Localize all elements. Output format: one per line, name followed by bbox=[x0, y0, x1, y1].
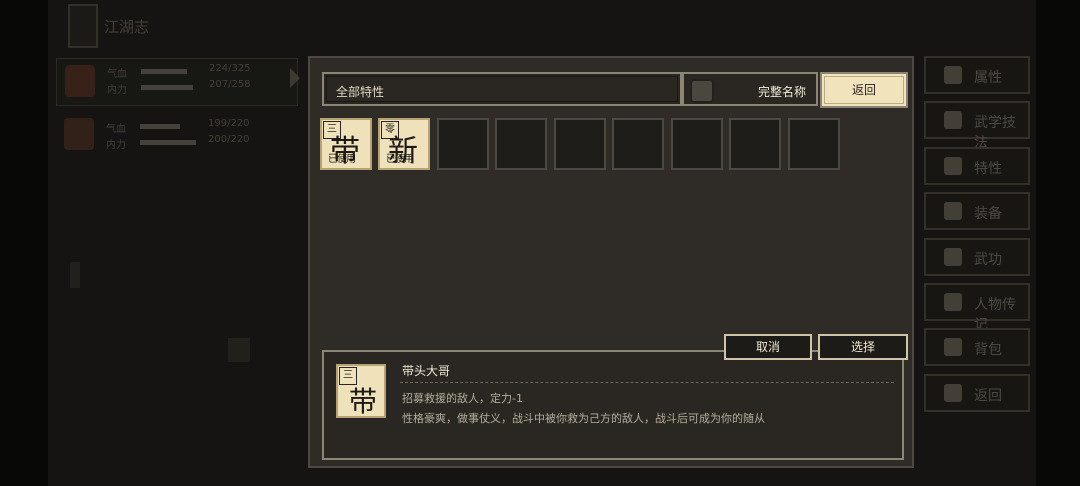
menu-item: 背包 bbox=[924, 328, 1030, 366]
mp-label: 内力 bbox=[107, 85, 127, 96]
hp-label: 气血 bbox=[107, 69, 127, 80]
trait-card[interactable]: 三 带 已使用 bbox=[320, 118, 372, 170]
sword-icon bbox=[944, 202, 962, 220]
empty-slot bbox=[729, 118, 781, 170]
scroll-icon bbox=[68, 4, 98, 48]
menu-item: 装备 bbox=[924, 192, 1030, 230]
trait-select-dialog: 全部特性 完整名称 返回 三 带 已使用 零 新 已使用 三 带 带头大哥 招募… bbox=[308, 56, 914, 468]
filter-label: 全部特性 bbox=[336, 85, 385, 99]
skill-icon bbox=[944, 111, 962, 129]
game-title: 江湖志 bbox=[104, 18, 150, 36]
menu-item: 人物传记 bbox=[924, 283, 1030, 333]
fullname-checkbox[interactable] bbox=[690, 79, 714, 103]
menu-item: 返回 bbox=[924, 374, 1030, 412]
used-stamp: 已使用 bbox=[328, 154, 356, 165]
divider bbox=[400, 382, 894, 383]
menu-item: 武功 bbox=[924, 238, 1030, 276]
detail-trait-card: 三 带 bbox=[336, 364, 386, 418]
character-row: 气血 224/325 内力 207/258 bbox=[56, 58, 298, 106]
hp-label: 气血 bbox=[106, 124, 126, 135]
character-row: 气血 199/220 内力 200/220 bbox=[56, 112, 296, 158]
screen-edge-right bbox=[1036, 0, 1080, 486]
hp-bar bbox=[140, 124, 180, 129]
fullname-toggle[interactable]: 完整名称 bbox=[682, 72, 818, 106]
character-portrait-icon bbox=[64, 118, 94, 150]
empty-slot bbox=[554, 118, 606, 170]
figure-silhouette bbox=[70, 262, 80, 288]
empty-slot bbox=[612, 118, 664, 170]
trait-name: 带头大哥 bbox=[402, 364, 451, 378]
fullname-label: 完整名称 bbox=[758, 85, 807, 99]
empty-slot bbox=[788, 118, 840, 170]
mp-bar bbox=[140, 140, 196, 145]
hp-value: 224/325 bbox=[209, 63, 251, 74]
mp-bar bbox=[141, 85, 193, 90]
empty-slot bbox=[671, 118, 723, 170]
person-icon bbox=[944, 66, 962, 84]
mp-label: 内力 bbox=[106, 140, 126, 151]
mp-value: 207/258 bbox=[209, 79, 251, 90]
menu-item: 武学技法 bbox=[924, 101, 1030, 151]
selected-arrow-icon bbox=[290, 68, 300, 88]
return-button[interactable]: 返回 bbox=[820, 72, 908, 108]
trait-description: 性格豪爽，做事仗义，战斗中被你救为己方的敌人，战斗后可成为你的随从 bbox=[402, 412, 765, 425]
trait-detail-panel: 三 带 带头大哥 招募救援的敌人，定力-1 性格豪爽，做事仗义，战斗中被你救为己… bbox=[322, 350, 904, 460]
empty-slot bbox=[495, 118, 547, 170]
empty-slot bbox=[437, 118, 489, 170]
door-icon bbox=[944, 384, 962, 402]
trait-effect: 招募救援的敌人，定力-1 bbox=[402, 392, 523, 405]
bag-icon bbox=[944, 338, 962, 356]
trait-card[interactable]: 零 新 已使用 bbox=[378, 118, 430, 170]
figure-silhouette bbox=[228, 338, 250, 362]
trait-icon bbox=[944, 157, 962, 175]
select-button[interactable]: 选择 bbox=[818, 334, 908, 360]
used-stamp: 已使用 bbox=[386, 154, 414, 165]
mp-value: 200/220 bbox=[208, 134, 250, 145]
book-icon bbox=[944, 248, 962, 266]
scroll-icon bbox=[944, 293, 962, 311]
menu-item: 属性 bbox=[924, 56, 1030, 94]
menu-item: 特性 bbox=[924, 147, 1030, 185]
trait-glyph: 带 bbox=[349, 385, 378, 418]
trait-filter-dropdown[interactable]: 全部特性 bbox=[322, 72, 682, 106]
cancel-button[interactable]: 取消 bbox=[724, 334, 812, 360]
screen-edge-left bbox=[0, 0, 48, 486]
character-portrait-icon bbox=[65, 65, 95, 97]
hp-bar bbox=[141, 69, 187, 74]
hp-value: 199/220 bbox=[208, 118, 250, 129]
